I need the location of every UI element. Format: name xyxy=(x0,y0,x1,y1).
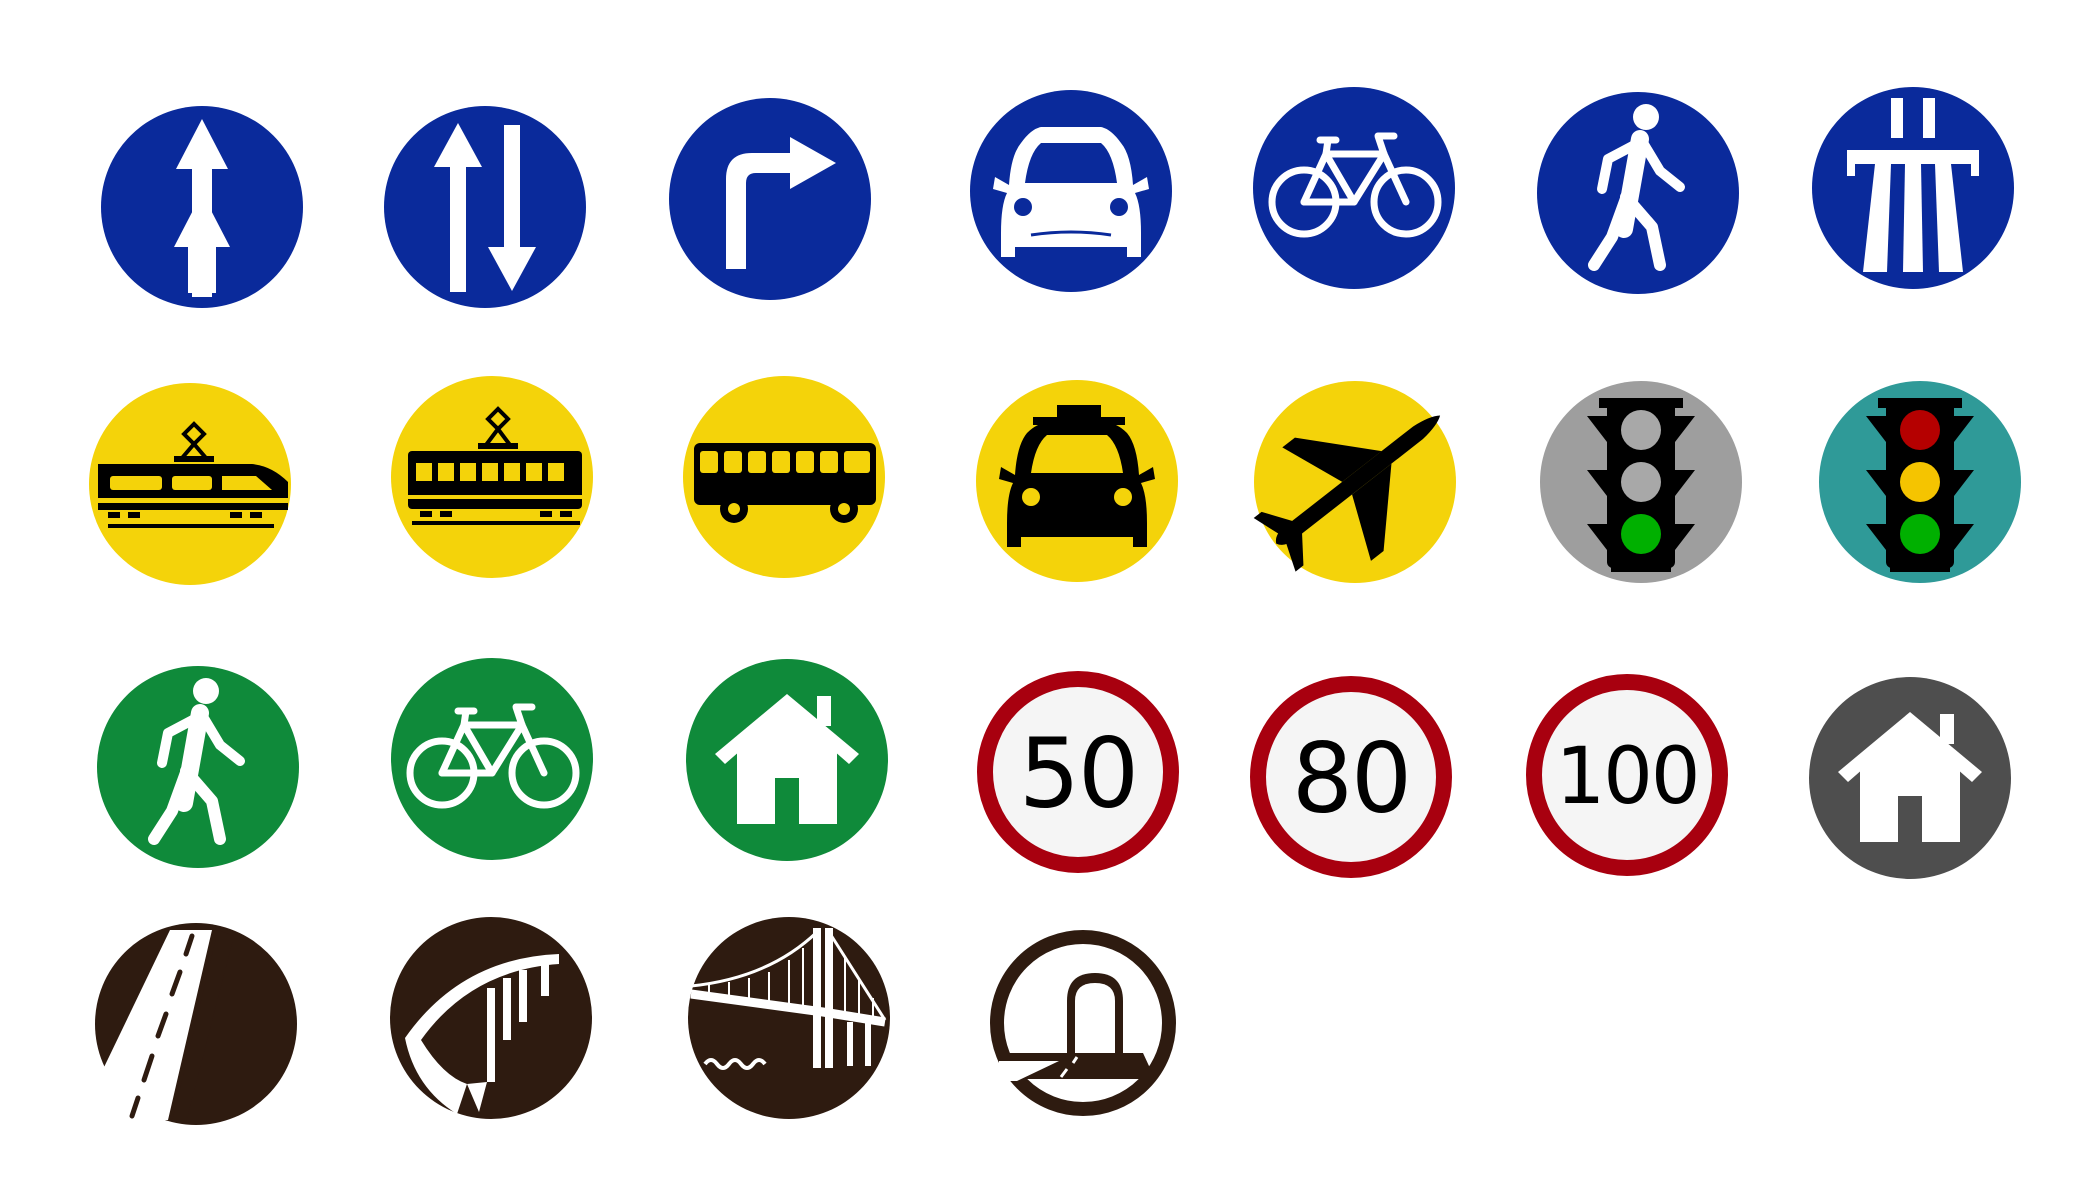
sign-grid: 50 80 100 xyxy=(0,0,2100,1200)
suspension-bridge-sign xyxy=(684,913,894,1123)
home-green-sign xyxy=(682,655,892,865)
traffic-light-gray-sign xyxy=(1536,377,1746,587)
arch-bridge-sign xyxy=(386,913,596,1123)
train-sign xyxy=(85,379,295,589)
turn-right-sign xyxy=(665,94,875,304)
bicycle-path-sign xyxy=(1249,83,1459,293)
speed-limit-value: 80 xyxy=(1292,723,1410,835)
traffic-light-teal-sign xyxy=(1815,377,2025,587)
car-sign xyxy=(966,86,1176,296)
pedestrian-green-sign xyxy=(93,662,303,872)
one-way-ahead-sign xyxy=(97,102,307,312)
speed-limit-value: 50 xyxy=(1019,718,1137,830)
tunnel-sign xyxy=(978,918,1188,1128)
tram-sign xyxy=(387,372,597,582)
taxi-sign xyxy=(972,376,1182,586)
speed-limit-50-sign: 50 xyxy=(973,667,1183,877)
home-gray-sign xyxy=(1805,673,2015,883)
bicycle-green-sign xyxy=(387,654,597,864)
bus-sign xyxy=(679,372,889,582)
speed-limit-value: 100 xyxy=(1556,732,1699,822)
motorway-sign xyxy=(1808,83,2018,293)
pedestrian-path-sign xyxy=(1533,88,1743,298)
airport-sign xyxy=(1250,377,1460,587)
road-sign xyxy=(91,919,301,1129)
speed-limit-80-sign: 80 xyxy=(1246,672,1456,882)
speed-limit-100-sign: 100 xyxy=(1522,670,1732,880)
two-way-traffic-sign xyxy=(380,102,590,312)
